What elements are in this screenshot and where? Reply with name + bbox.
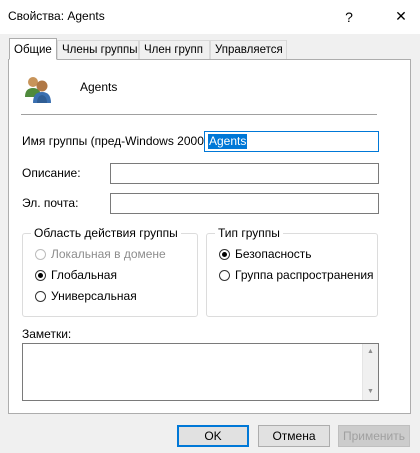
email-label: Эл. почта: — [22, 196, 79, 210]
header-divider — [21, 114, 377, 115]
group-name-label: Agents — [80, 80, 118, 94]
type-distribution-label: Группа распространения — [235, 268, 374, 282]
scope-global-label: Глобальная — [51, 268, 117, 282]
type-distribution-option[interactable]: Группа распространения — [219, 267, 374, 283]
description-field[interactable] — [110, 163, 379, 184]
tab-members[interactable]: Члены группы — [57, 40, 139, 59]
ok-button[interactable]: OK — [177, 425, 249, 447]
cancel-button[interactable]: Отмена — [258, 425, 330, 447]
notes-label: Заметки: — [22, 327, 72, 341]
group-scope-box: Область действия группы Локальная в доме… — [22, 226, 198, 317]
radio-button — [35, 291, 46, 302]
radio-button — [219, 249, 230, 260]
scope-universal-option[interactable]: Универсальная — [35, 288, 185, 304]
scope-global-option[interactable]: Глобальная — [35, 267, 185, 283]
radio-button — [35, 249, 46, 260]
scope-domain-local-option[interactable]: Локальная в домене — [35, 246, 185, 262]
type-security-label: Безопасность — [235, 247, 312, 261]
scroll-up-icon[interactable]: ▲ — [363, 344, 378, 360]
email-field[interactable] — [110, 193, 379, 214]
pre-win2000-label: Имя группы (пред-Windows 2000): — [22, 134, 212, 148]
tab-panel-general: Agents Имя группы (пред-Windows 2000): A… — [8, 59, 411, 414]
help-button[interactable]: ? — [334, 6, 364, 28]
pre-win2000-name-field[interactable]: Agents — [204, 131, 379, 152]
group-type-box: Тип группы Безопасность Группа распростр… — [206, 226, 378, 317]
tab-member-of[interactable]: Член групп — [139, 40, 210, 59]
radio-button — [219, 270, 230, 281]
pre-win2000-name-value: Agents — [208, 134, 248, 149]
notes-scrollbar[interactable]: ▲ ▼ — [362, 344, 378, 400]
scope-domain-local-label: Локальная в домене — [51, 247, 166, 261]
users-group-icon — [23, 74, 53, 104]
tab-general[interactable]: Общие — [9, 38, 57, 60]
group-scope-title: Область действия группы — [31, 226, 181, 240]
tab-managed-by[interactable]: Управляется — [210, 40, 287, 59]
scroll-down-icon[interactable]: ▼ — [363, 384, 378, 400]
window-title: Свойства: Agents — [8, 9, 105, 23]
group-type-title: Тип группы — [215, 226, 283, 240]
close-button[interactable]: ✕ — [386, 4, 416, 28]
description-label: Описание: — [22, 166, 81, 180]
title-bar: Свойства: Agents ? ✕ — [0, 0, 420, 34]
radio-button — [35, 270, 46, 281]
apply-button[interactable]: Применить — [338, 425, 410, 447]
type-security-option[interactable]: Безопасность — [219, 246, 369, 262]
scope-universal-label: Универсальная — [51, 289, 137, 303]
notes-field[interactable]: ▲ ▼ — [22, 343, 379, 401]
